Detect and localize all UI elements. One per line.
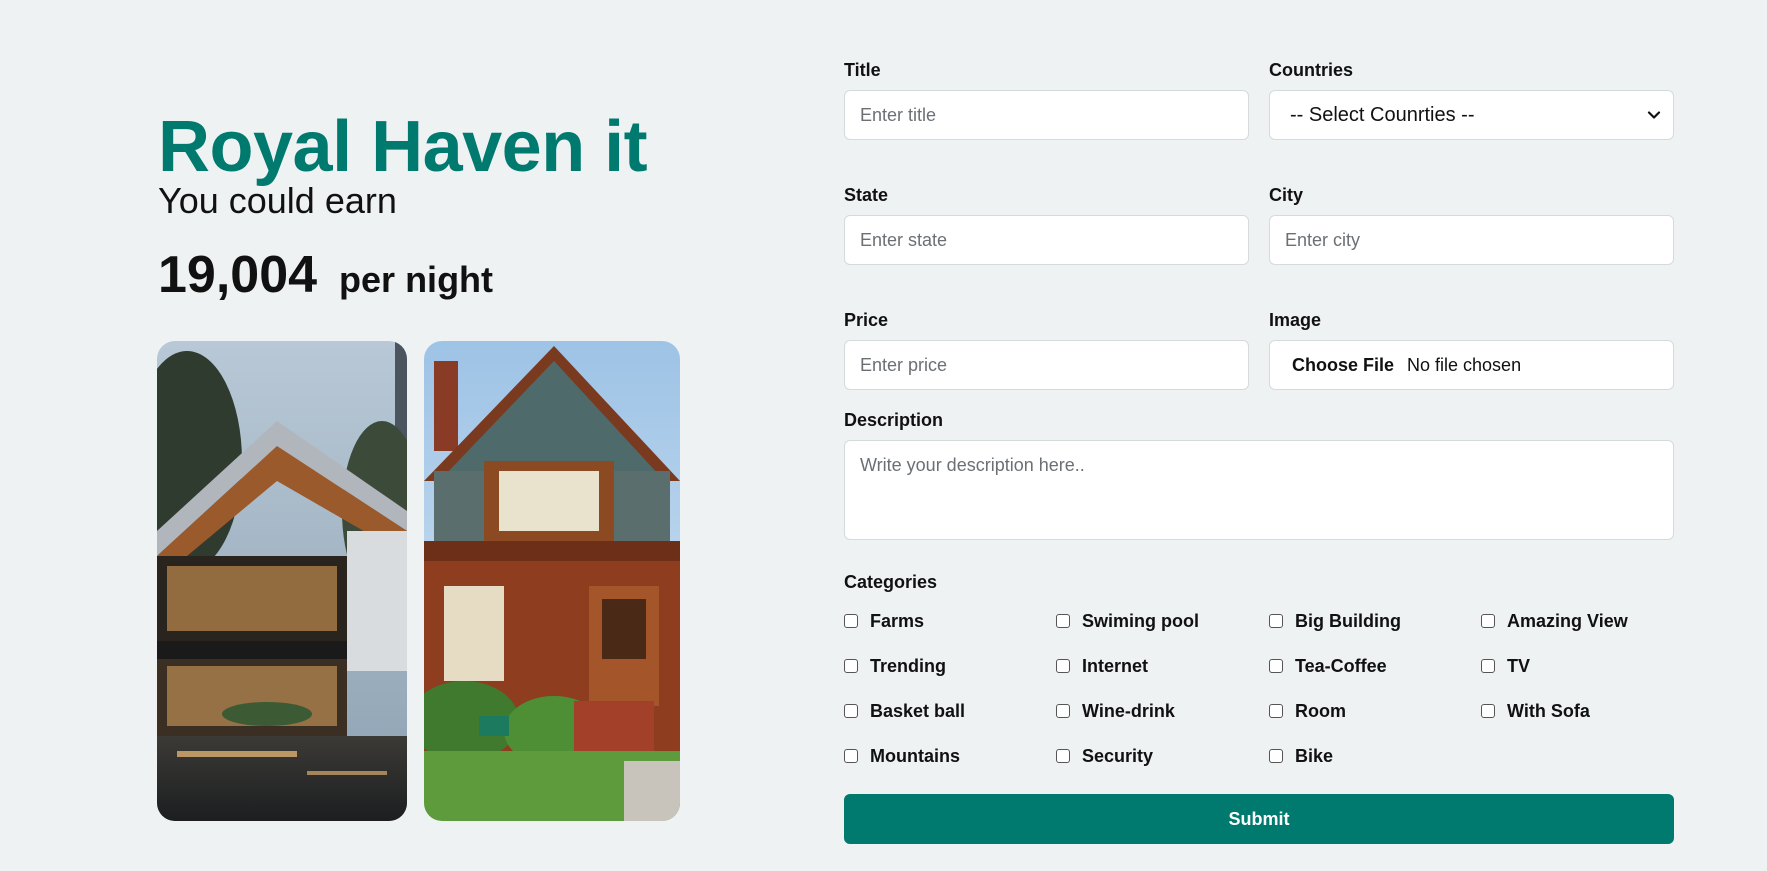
city-field: City: [1269, 183, 1674, 265]
price-input[interactable]: [844, 340, 1249, 390]
earnings-amount: 19,004: [158, 246, 318, 304]
description-field: Description: [844, 408, 1674, 540]
category-room[interactable]: Room: [1269, 699, 1481, 723]
checkbox[interactable]: [1269, 659, 1283, 673]
earnings-unit: per night: [339, 259, 494, 300]
chevron-down-icon: [1647, 111, 1661, 119]
category-swiming-pool[interactable]: Swiming pool: [1056, 609, 1269, 633]
checkbox[interactable]: [1269, 614, 1283, 628]
category-farms[interactable]: Farms: [844, 609, 1056, 633]
checkbox[interactable]: [1481, 704, 1495, 718]
modern-house-image: [157, 341, 407, 821]
state-input[interactable]: [844, 215, 1249, 265]
image-label: Image: [1269, 310, 1322, 330]
category-bike[interactable]: Bike: [1269, 744, 1481, 768]
category-amazing-view[interactable]: Amazing View: [1481, 609, 1674, 633]
categories-grid: Farms Swiming pool Big Building Amazing …: [844, 609, 1674, 768]
checkbox[interactable]: [844, 614, 858, 628]
checkbox[interactable]: [1056, 749, 1070, 763]
countries-select[interactable]: -- Select Counrties --: [1269, 90, 1674, 140]
category-internet[interactable]: Internet: [1056, 654, 1269, 678]
checkbox[interactable]: [1481, 659, 1495, 673]
title-input[interactable]: [844, 90, 1249, 140]
checkbox[interactable]: [1056, 704, 1070, 718]
category-tea-coffee[interactable]: Tea-Coffee: [1269, 654, 1481, 678]
checkbox[interactable]: [1056, 659, 1070, 673]
checkbox[interactable]: [1269, 704, 1283, 718]
category-tv[interactable]: TV: [1481, 654, 1674, 678]
file-status: No file chosen: [1407, 354, 1522, 375]
hero-title: Royal Haven it: [158, 107, 648, 187]
category-big-building[interactable]: Big Building: [1269, 609, 1481, 633]
state-field: State: [844, 183, 1249, 265]
price-field: Price: [844, 308, 1249, 390]
choose-file-button[interactable]: Choose File: [1292, 355, 1394, 376]
title-field: Title: [844, 58, 1249, 140]
hero: Royal Haven it You could earn 19,004 per…: [158, 105, 718, 305]
price-label: Price: [844, 310, 889, 330]
city-input[interactable]: [1269, 215, 1674, 265]
image-field: Image Choose File No file chosen: [1269, 308, 1674, 390]
countries-field: Countries -- Select Counrties --: [1269, 58, 1674, 140]
page: Royal Haven it You could earn 19,004 per…: [0, 0, 1767, 871]
description-textarea[interactable]: [844, 440, 1674, 540]
submit-button[interactable]: Submit: [844, 794, 1674, 844]
category-mountains[interactable]: Mountains: [844, 744, 1056, 768]
category-trending[interactable]: Trending: [844, 654, 1056, 678]
category-wine-drink[interactable]: Wine-drink: [1056, 699, 1269, 723]
property-form: Title Countries -- Select Counrties -- S…: [844, 58, 1674, 844]
category-security[interactable]: Security: [1056, 744, 1269, 768]
description-label: Description: [844, 410, 944, 430]
checkbox[interactable]: [1056, 614, 1070, 628]
victorian-house-image: [424, 341, 680, 821]
image-file-input[interactable]: Choose File No file chosen: [1269, 340, 1674, 390]
checkbox[interactable]: [1269, 749, 1283, 763]
checkbox[interactable]: [844, 749, 858, 763]
checkbox[interactable]: [1481, 614, 1495, 628]
category-with-sofa[interactable]: With Sofa: [1481, 699, 1674, 723]
countries-label: Countries: [1269, 60, 1354, 80]
categories-label: Categories: [844, 572, 938, 592]
checkbox[interactable]: [844, 704, 858, 718]
state-label: State: [844, 185, 889, 205]
city-label: City: [1269, 185, 1304, 205]
checkbox[interactable]: [844, 659, 858, 673]
countries-selected-value: -- Select Counrties --: [1290, 103, 1475, 126]
property-photos: [157, 341, 680, 821]
earnings: 19,004 per night: [158, 245, 718, 305]
category-basket-ball[interactable]: Basket ball: [844, 699, 1056, 723]
title-label: Title: [844, 60, 881, 80]
